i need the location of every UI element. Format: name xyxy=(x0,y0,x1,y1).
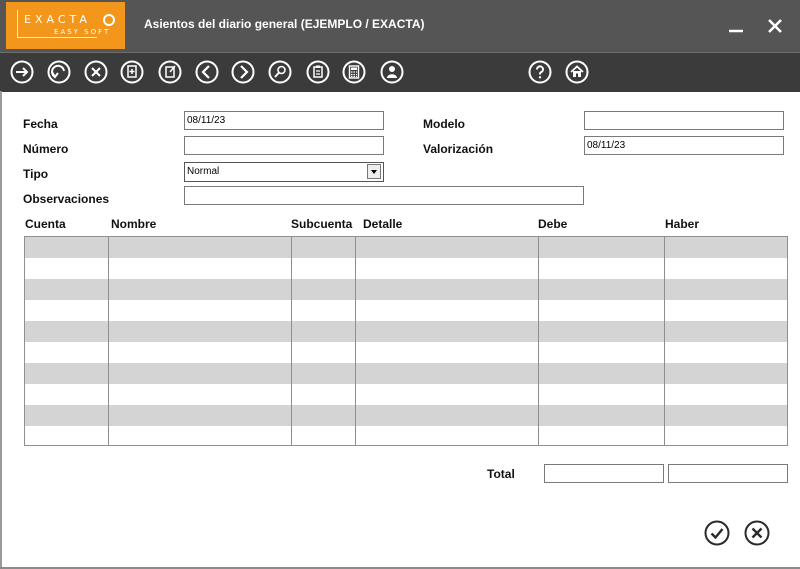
numero-label: Número xyxy=(23,142,69,156)
logo-sub-text: EASY SOFT xyxy=(54,28,111,36)
undo-icon[interactable] xyxy=(47,60,71,84)
table-row[interactable] xyxy=(25,426,787,445)
table-row[interactable] xyxy=(25,405,787,426)
modelo-field[interactable] xyxy=(584,111,784,130)
valorizacion-label: Valorización xyxy=(423,142,494,156)
column-header-debe: Debe xyxy=(538,217,568,231)
left-border xyxy=(0,91,2,569)
close-circle-icon[interactable] xyxy=(84,60,108,84)
fecha-label: Fecha xyxy=(23,117,58,131)
cancel-button[interactable] xyxy=(743,519,771,547)
observaciones-field[interactable] xyxy=(184,186,584,205)
confirm-button[interactable] xyxy=(703,519,731,547)
entries-grid[interactable] xyxy=(24,236,788,446)
logo-main-text: EXACTA xyxy=(24,13,91,26)
column-divider xyxy=(108,237,109,445)
chevron-right-icon[interactable] xyxy=(231,60,255,84)
column-header-detalle: Detalle xyxy=(363,217,403,231)
clipboard-icon[interactable] xyxy=(306,60,330,84)
home-icon[interactable] xyxy=(565,60,589,84)
modelo-label: Modelo xyxy=(423,117,465,131)
new-document-icon[interactable] xyxy=(120,60,144,84)
fecha-field[interactable]: 08/11/23 xyxy=(184,111,384,130)
window-title: Asientos del diario general (EJEMPLO / E… xyxy=(144,17,425,31)
help-icon[interactable] xyxy=(528,60,552,84)
column-divider xyxy=(538,237,539,445)
table-row[interactable] xyxy=(25,363,787,384)
search-icon[interactable] xyxy=(268,60,292,84)
tipo-select-value: Normal xyxy=(187,166,220,177)
table-row[interactable] xyxy=(25,300,787,321)
chevron-left-icon[interactable] xyxy=(195,60,219,84)
total-label: Total xyxy=(487,467,515,481)
valorizacion-field[interactable]: 08/11/23 xyxy=(584,136,784,155)
toolbar xyxy=(0,52,800,92)
column-header-subcuenta: Subcuenta xyxy=(291,217,353,231)
numero-field[interactable] xyxy=(184,136,384,155)
column-header-haber: Haber xyxy=(665,217,700,231)
tipo-label: Tipo xyxy=(23,167,49,181)
exacta-logo: EXACTA EASY SOFT xyxy=(6,2,125,49)
observaciones-label: Observaciones xyxy=(23,192,110,206)
title-bar: EXACTA EASY SOFT Asientos del diario gen… xyxy=(0,0,800,52)
table-row[interactable] xyxy=(25,237,787,258)
edit-document-icon[interactable] xyxy=(158,60,182,84)
chevron-down-icon[interactable] xyxy=(367,164,381,179)
column-header-nombre: Nombre xyxy=(111,217,157,231)
table-row[interactable] xyxy=(25,258,787,279)
total-haber-field xyxy=(668,464,788,483)
column-divider xyxy=(664,237,665,445)
close-window-icon[interactable] xyxy=(763,14,787,38)
calculator-icon[interactable] xyxy=(342,60,366,84)
check-icon xyxy=(704,520,730,546)
arrow-right-icon[interactable] xyxy=(10,60,34,84)
minimize-icon[interactable] xyxy=(724,14,748,38)
table-row[interactable] xyxy=(25,384,787,405)
column-header-cuenta: Cuenta xyxy=(25,217,66,231)
table-row[interactable] xyxy=(25,342,787,363)
tipo-select[interactable]: Normal xyxy=(184,162,384,182)
close-circle-icon xyxy=(744,520,770,546)
total-debe-field xyxy=(544,464,664,483)
column-divider xyxy=(355,237,356,445)
column-divider xyxy=(291,237,292,445)
table-row[interactable] xyxy=(25,321,787,342)
table-row[interactable] xyxy=(25,279,787,300)
user-icon[interactable] xyxy=(380,60,404,84)
